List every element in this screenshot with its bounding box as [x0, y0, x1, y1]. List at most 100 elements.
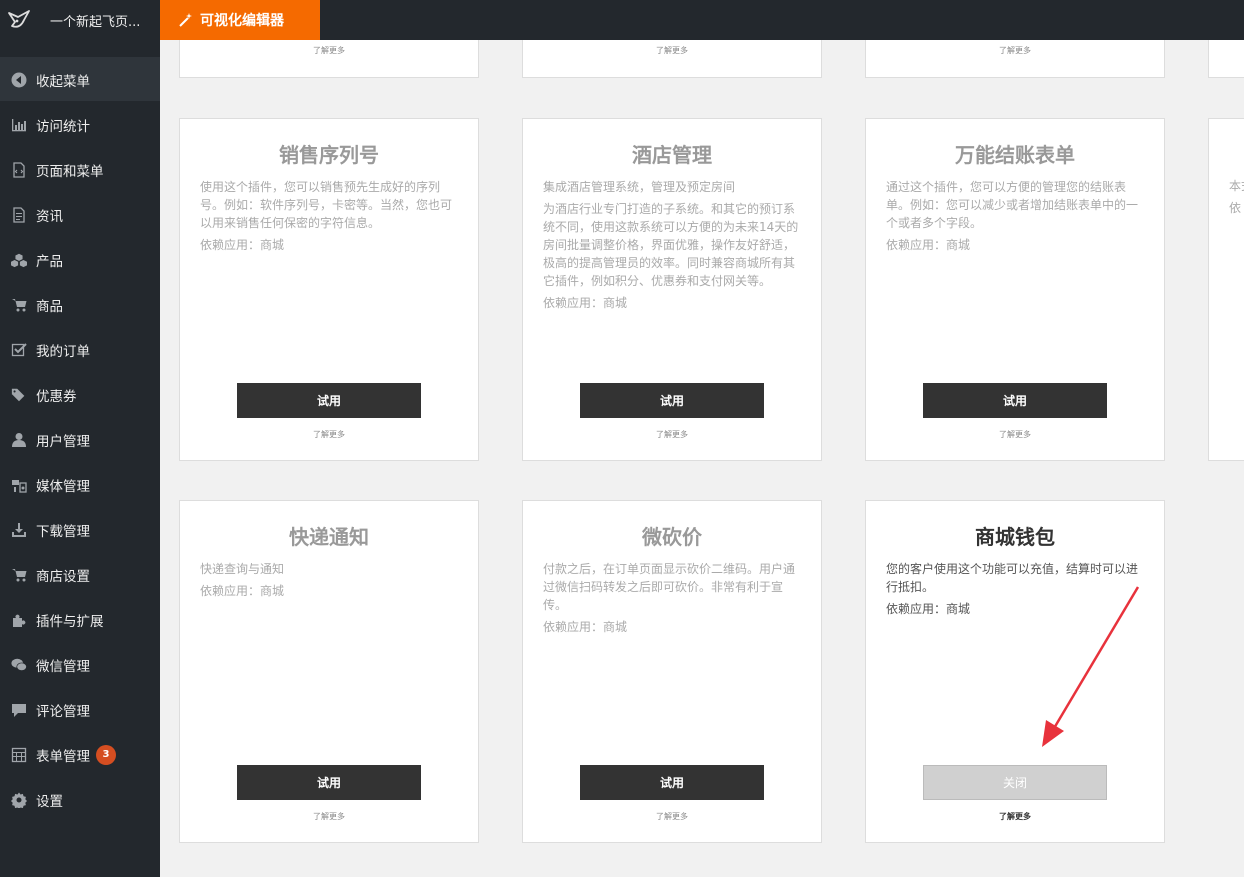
card-desc-text: 通过这个插件，您可以方便的管理您的结账表单。例如：您可以减少或者增加结账表单中的…: [886, 180, 1139, 230]
card-desc-text: 使用这个插件，您可以销售预先生成好的序列号。例如：软件序列号，卡密等。当然，您也…: [200, 180, 453, 230]
sidebar-item[interactable]: 设置: [0, 777, 160, 822]
sidebar-item[interactable]: 媒体管理: [0, 462, 160, 507]
cubes-icon: [10, 251, 28, 269]
calculator-icon: [10, 746, 28, 764]
learn-more-link[interactable]: 了解更多: [866, 811, 1164, 822]
card-title: 快递通知: [289, 525, 369, 549]
learn-more-link[interactable]: 了解更多: [523, 811, 821, 822]
sidebar-item-label: 访问统计: [36, 118, 90, 135]
plugin-card-serial-number: 销售序列号 使用这个插件，您可以销售预先生成好的序列号。例如：软件序列号，卡密等…: [179, 118, 479, 461]
card-dependency: 依赖应用：商城: [200, 584, 285, 598]
card-dependency: 依赖应用：商城: [543, 296, 628, 310]
media-icon: [10, 476, 28, 494]
learn-more-link[interactable]: 了解更多: [523, 45, 821, 56]
sidebar-item-label: 用户管理: [36, 433, 90, 450]
visual-editor-button[interactable]: 可视化编辑器: [160, 0, 320, 40]
sidebar-item-label: 页面和菜单: [36, 163, 104, 180]
puzzle-icon: [10, 611, 28, 629]
sidebar-item[interactable]: 用户管理: [0, 417, 160, 462]
card-dependency: 依赖应用：商城: [543, 620, 628, 634]
sidebar-item-label: 表单管理: [36, 748, 90, 765]
sidebar-item-label: 优惠券: [36, 388, 77, 405]
plugin-card-hotel: 酒店管理 集成酒店管理系统，管理及预定房间 为酒店行业专门打造的子系统。和其它的…: [522, 118, 822, 461]
learn-more-link[interactable]: 了解更多: [180, 45, 478, 56]
site-logo[interactable]: 一个新起飞页...: [0, 0, 160, 40]
card-desc-text: 本式。: [1229, 179, 1244, 193]
learn-more-link[interactable]: 了解更多: [866, 45, 1164, 56]
sidebar-item-label: 评论管理: [36, 703, 90, 720]
plugin-card-partial: 本式。 依: [1208, 118, 1244, 461]
sidebar-item-label: 插件与扩展: [36, 613, 104, 630]
sidebar-item[interactable]: 微信管理: [0, 642, 160, 687]
learn-more-link[interactable]: 了解更多: [180, 429, 478, 440]
card-desc-text: 快递查询与通知: [200, 562, 285, 576]
sidebar-item[interactable]: 评论管理: [0, 687, 160, 732]
user-icon: [10, 431, 28, 449]
sidebar-item-label: 媒体管理: [36, 478, 90, 495]
wechat-icon: [10, 656, 28, 674]
card-title: 商城钱包: [975, 525, 1055, 549]
sidebar-item[interactable]: 资讯: [0, 192, 160, 237]
card-description: 付款之后，在订单页面显示砍价二维码。用户通过微信扫码转发之后即可砍价。非常有利于…: [523, 560, 821, 614]
card-description: 通过这个插件，您可以方便的管理您的结账表单。例如：您可以减少或者增加结账表单中的…: [866, 178, 1164, 232]
cart-icon: [10, 296, 28, 314]
card-description: 使用这个插件，您可以销售预先生成好的序列号。例如：软件序列号，卡密等。当然，您也…: [180, 178, 478, 232]
red-arrow-annotation: [1042, 586, 1140, 747]
try-button[interactable]: 试用: [237, 383, 421, 418]
collapse-arrow-icon: [10, 71, 28, 89]
sidebar-item[interactable]: 访问统计: [0, 102, 160, 147]
sidebar-item-label: 下载管理: [36, 523, 90, 540]
plugin-card-checkout-form: 万能结账表单 通过这个插件，您可以方便的管理您的结账表单。例如：您可以减少或者增…: [865, 118, 1165, 461]
card-description: 快递查询与通知: [180, 560, 478, 578]
page-icon: [10, 161, 28, 179]
sidebar: 收起菜单访问统计页面和菜单资讯 产品商品我的订单优惠券用户管理媒体管理下载管理商店…: [0, 40, 160, 877]
plugin-card-top-4: [1208, 40, 1244, 78]
try-button[interactable]: 试用: [923, 383, 1107, 418]
sidebar-item-label: 微信管理: [36, 658, 90, 675]
sidebar-item-label: 收起菜单: [36, 73, 90, 90]
card-description: 集成酒店管理系统，管理及预定房间 为酒店行业专门打造的子系统。和其它的预订系统不…: [523, 178, 821, 290]
sidebar-item[interactable]: 商店设置: [0, 552, 160, 597]
card-desc-text: 为酒店行业专门打造的子系统。和其它的预订系统不同，使用这款系统可以方便的为未来1…: [543, 202, 799, 288]
sidebar-item[interactable]: 表单管理 3: [0, 732, 160, 777]
card-desc-text: 集成酒店管理系统，管理及预定房间: [543, 180, 736, 194]
card-title: 酒店管理: [632, 143, 712, 167]
sidebar-item[interactable]: 页面和菜单: [0, 147, 160, 192]
close-button[interactable]: 关闭: [923, 765, 1107, 800]
learn-more-link[interactable]: 了解更多: [866, 429, 1164, 440]
site-name[interactable]: 一个新起飞页...: [50, 11, 140, 30]
sidebar-item-label: 商店设置: [36, 568, 90, 585]
card-dependency: 依赖应用：商城: [200, 238, 285, 252]
card-desc-text: 付款之后，在订单页面显示砍价二维码。用户通过微信扫码转发之后即可砍价。非常有利于…: [543, 562, 796, 612]
bird-logo-icon: [8, 10, 30, 28]
sidebar-item-label: 商品: [36, 298, 63, 315]
sidebar-item[interactable]: 下载管理: [0, 507, 160, 552]
sidebar-item[interactable]: 产品: [0, 237, 160, 282]
plugin-card-top-2: 了解更多: [522, 40, 822, 78]
plugin-card-top-3: 了解更多: [865, 40, 1165, 78]
sidebar-menu: 收起菜单访问统计页面和菜单资讯 产品商品我的订单优惠券用户管理媒体管理下载管理商店…: [0, 57, 160, 822]
card-title: 销售序列号: [279, 143, 379, 167]
notification-badge: 3: [96, 744, 116, 765]
try-button[interactable]: 试用: [580, 765, 764, 800]
card-title: 万能结账表单: [955, 143, 1075, 167]
card-dependency: 依: [1229, 201, 1242, 215]
sidebar-item[interactable]: 优惠券: [0, 372, 160, 417]
bar-chart-icon: [10, 116, 28, 134]
card-description: 本式。: [1209, 177, 1244, 195]
sidebar-item[interactable]: 收起菜单: [0, 57, 160, 102]
sidebar-item[interactable]: 我的订单: [0, 327, 160, 372]
try-button[interactable]: 试用: [580, 383, 764, 418]
visual-editor-label: 可视化编辑器: [200, 13, 284, 29]
comment-icon: [10, 701, 28, 719]
sidebar-item-label: 设置: [36, 793, 63, 810]
plugin-card-bargain: 微砍价 付款之后，在订单页面显示砍价二维码。用户通过微信扫码转发之后即可砍价。非…: [522, 500, 822, 843]
plugin-card-express-notify: 快递通知 快递查询与通知 依赖应用：商城 试用 了解更多: [179, 500, 479, 843]
document-icon: [10, 206, 28, 224]
sidebar-item[interactable]: 插件与扩展: [0, 597, 160, 642]
card-dependency: 依赖应用：商城: [886, 238, 971, 252]
try-button[interactable]: 试用: [237, 765, 421, 800]
learn-more-link[interactable]: 了解更多: [180, 811, 478, 822]
sidebar-item[interactable]: 商品: [0, 282, 160, 327]
learn-more-link[interactable]: 了解更多: [523, 429, 821, 440]
